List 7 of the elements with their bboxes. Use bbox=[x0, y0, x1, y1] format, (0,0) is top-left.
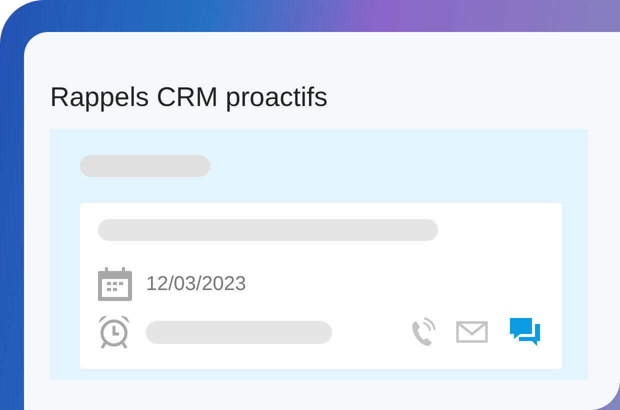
envelope-icon[interactable] bbox=[456, 321, 488, 343]
card-title: Rappels CRM proactifs bbox=[50, 84, 329, 111]
reminder-date: 12/03/2023 bbox=[146, 272, 246, 297]
calendar-icon bbox=[98, 267, 132, 301]
alarm-clock-icon bbox=[98, 315, 130, 349]
chat-bubbles-icon[interactable] bbox=[508, 316, 542, 348]
phone-icon[interactable] bbox=[410, 317, 436, 347]
